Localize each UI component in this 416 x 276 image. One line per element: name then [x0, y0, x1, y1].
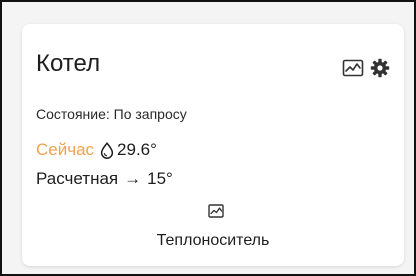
- state-value: По запросу: [113, 106, 187, 122]
- target-temperature-value: 15°: [147, 169, 173, 188]
- state-row: Состояние: По запросу: [36, 106, 187, 122]
- boiler-card: Котел Состояние: По запросу Сейчас 29.6°…: [22, 24, 404, 266]
- water-drop-icon: [100, 141, 114, 159]
- card-header-actions: [342, 58, 390, 78]
- chart-icon[interactable]: [342, 59, 364, 77]
- gear-icon[interactable]: [370, 58, 390, 78]
- target-temperature-row: Расчетная → 15°: [36, 169, 173, 189]
- screenshot-frame: Котел Состояние: По запросу Сейчас 29.6°…: [0, 0, 416, 276]
- coolant-chart-icon[interactable]: [208, 204, 224, 218]
- now-label: Сейчас: [36, 140, 95, 159]
- card-title: Котел: [36, 50, 101, 77]
- current-temperature-row: Сейчас 29.6°: [36, 140, 157, 160]
- coolant-label: Теплоноситель: [156, 232, 270, 249]
- target-label: Расчетная: [36, 169, 119, 188]
- state-label: Состояние:: [36, 106, 110, 122]
- current-temperature-value: 29.6°: [117, 140, 157, 159]
- arrow-right-icon: →: [124, 169, 142, 188]
